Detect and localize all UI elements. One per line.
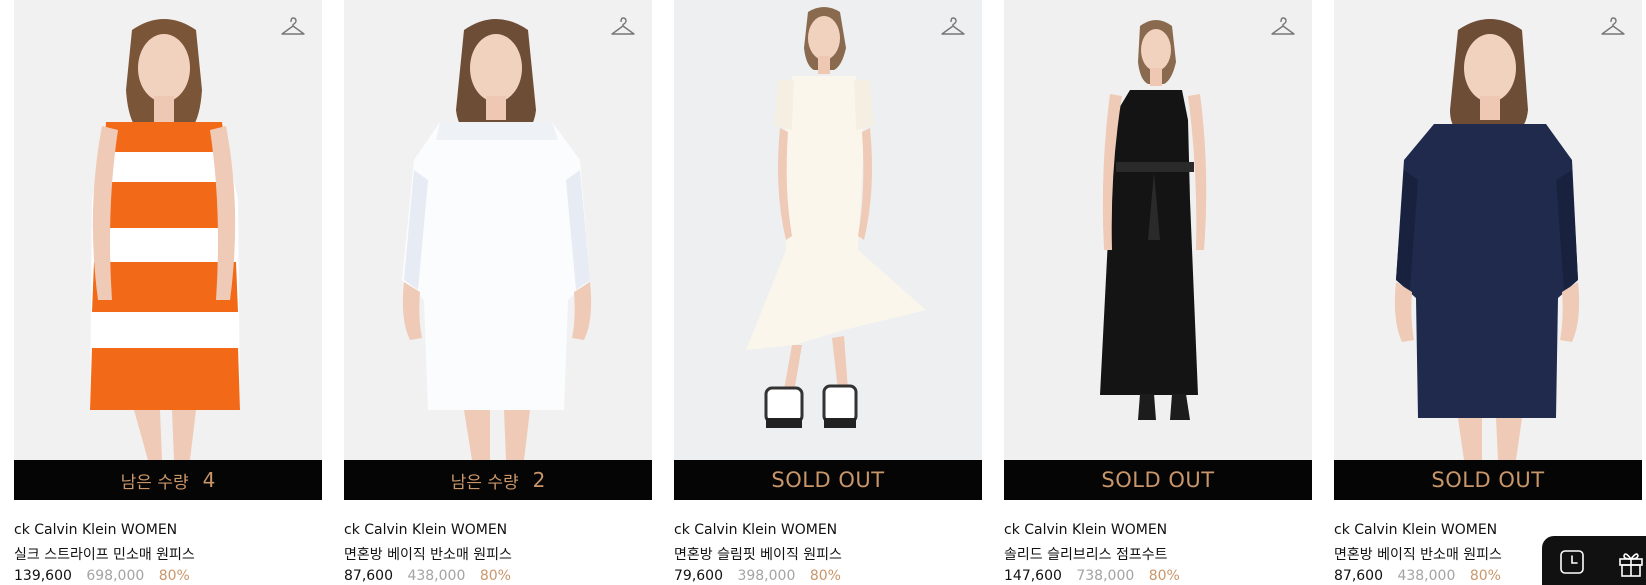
- product-name[interactable]: 실크 스트라이프 민소매 원피스: [14, 544, 195, 564]
- product-card[interactable]: 남은 수량 4 ck Calvin Klein WOMEN 실크 스트라이프 민…: [14, 0, 322, 585]
- model-photo-orange-stripe-dress: [14, 0, 322, 460]
- original-price: 398,000: [737, 568, 796, 584]
- product-name[interactable]: 면혼방 베이직 반소매 원피스: [344, 544, 512, 564]
- product-card[interactable]: SOLD OUT ck Calvin Klein WOMEN 면혼방 베이직 반…: [1334, 0, 1642, 585]
- price-row: 87,600 438,000 80%: [344, 568, 511, 584]
- discount-rate: 80%: [809, 568, 841, 584]
- sold-out-label: SOLD OUT: [1431, 468, 1545, 492]
- model-photo-ivory-asymmetric-dress: [674, 0, 982, 460]
- sold-out-label: SOLD OUT: [1101, 468, 1215, 492]
- sold-out-bar: SOLD OUT: [1004, 460, 1312, 500]
- price-row: 147,600 738,000 80%: [1004, 568, 1180, 584]
- model-photo-navy-shift-dress: [1334, 0, 1642, 460]
- hanger-icon[interactable]: [940, 16, 966, 38]
- product-name[interactable]: 솔리드 슬리브리스 점프수트: [1004, 544, 1167, 564]
- stock-count: 2: [532, 468, 546, 492]
- model-photo-white-shift-dress: [344, 0, 652, 460]
- stock-remaining-bar: 남은 수량 2: [344, 460, 652, 500]
- brand-name[interactable]: ck Calvin Klein WOMEN: [344, 522, 507, 538]
- stock-count: 4: [202, 468, 216, 492]
- product-image[interactable]: [674, 0, 982, 460]
- price-row: 87,600 438,000 80%: [1334, 568, 1501, 584]
- product-image[interactable]: [344, 0, 652, 460]
- hanger-icon[interactable]: [610, 16, 636, 38]
- original-price: 738,000: [1076, 568, 1135, 584]
- product-card[interactable]: SOLD OUT ck Calvin Klein WOMEN 솔리드 슬리브리스…: [1004, 0, 1312, 585]
- product-grid: 남은 수량 4 ck Calvin Klein WOMEN 실크 스트라이프 민…: [0, 0, 1646, 585]
- product-image[interactable]: [1004, 0, 1312, 460]
- brand-name[interactable]: ck Calvin Klein WOMEN: [1004, 522, 1167, 538]
- price-row: 79,600 398,000 80%: [674, 568, 841, 584]
- sale-price: 139,600: [14, 568, 72, 584]
- sale-price: 147,600: [1004, 568, 1062, 584]
- stock-label: 남은 수량: [450, 472, 519, 493]
- stock-remaining-bar: 남은 수량 4: [14, 460, 322, 500]
- product-image[interactable]: [14, 0, 322, 460]
- brand-name[interactable]: ck Calvin Klein WOMEN: [674, 522, 837, 538]
- brand-name[interactable]: ck Calvin Klein WOMEN: [14, 522, 177, 538]
- sale-price: 87,600: [344, 568, 393, 584]
- discount-rate: 80%: [158, 568, 190, 584]
- floating-quick-menu: [1542, 536, 1646, 585]
- brand-name[interactable]: ck Calvin Klein WOMEN: [1334, 522, 1497, 538]
- sale-price: 79,600: [674, 568, 723, 584]
- discount-rate: 80%: [1148, 568, 1180, 584]
- product-card[interactable]: SOLD OUT ck Calvin Klein WOMEN 면혼방 슬림핏 베…: [674, 0, 982, 585]
- stock-label: 남은 수량: [120, 472, 189, 493]
- price-row: 139,600 698,000 80%: [14, 568, 190, 584]
- hanger-icon[interactable]: [1270, 16, 1296, 38]
- clock-icon[interactable]: [1559, 549, 1585, 575]
- original-price: 438,000: [1397, 568, 1456, 584]
- model-photo-black-jumpsuit: [1004, 0, 1312, 460]
- product-name[interactable]: 면혼방 베이직 반소매 원피스: [1334, 544, 1502, 564]
- product-image[interactable]: [1334, 0, 1642, 460]
- original-price: 438,000: [407, 568, 466, 584]
- gift-icon[interactable]: [1617, 549, 1645, 577]
- sold-out-bar: SOLD OUT: [1334, 460, 1642, 500]
- discount-rate: 80%: [479, 568, 511, 584]
- discount-rate: 80%: [1469, 568, 1501, 584]
- sale-price: 87,600: [1334, 568, 1383, 584]
- product-card[interactable]: 남은 수량 2 ck Calvin Klein WOMEN 면혼방 베이직 반소…: [344, 0, 652, 585]
- original-price: 698,000: [86, 568, 145, 584]
- hanger-icon[interactable]: [1600, 16, 1626, 38]
- sold-out-bar: SOLD OUT: [674, 460, 982, 500]
- hanger-icon[interactable]: [280, 16, 306, 38]
- sold-out-label: SOLD OUT: [771, 468, 885, 492]
- product-name[interactable]: 면혼방 슬림핏 베이직 원피스: [674, 544, 842, 564]
